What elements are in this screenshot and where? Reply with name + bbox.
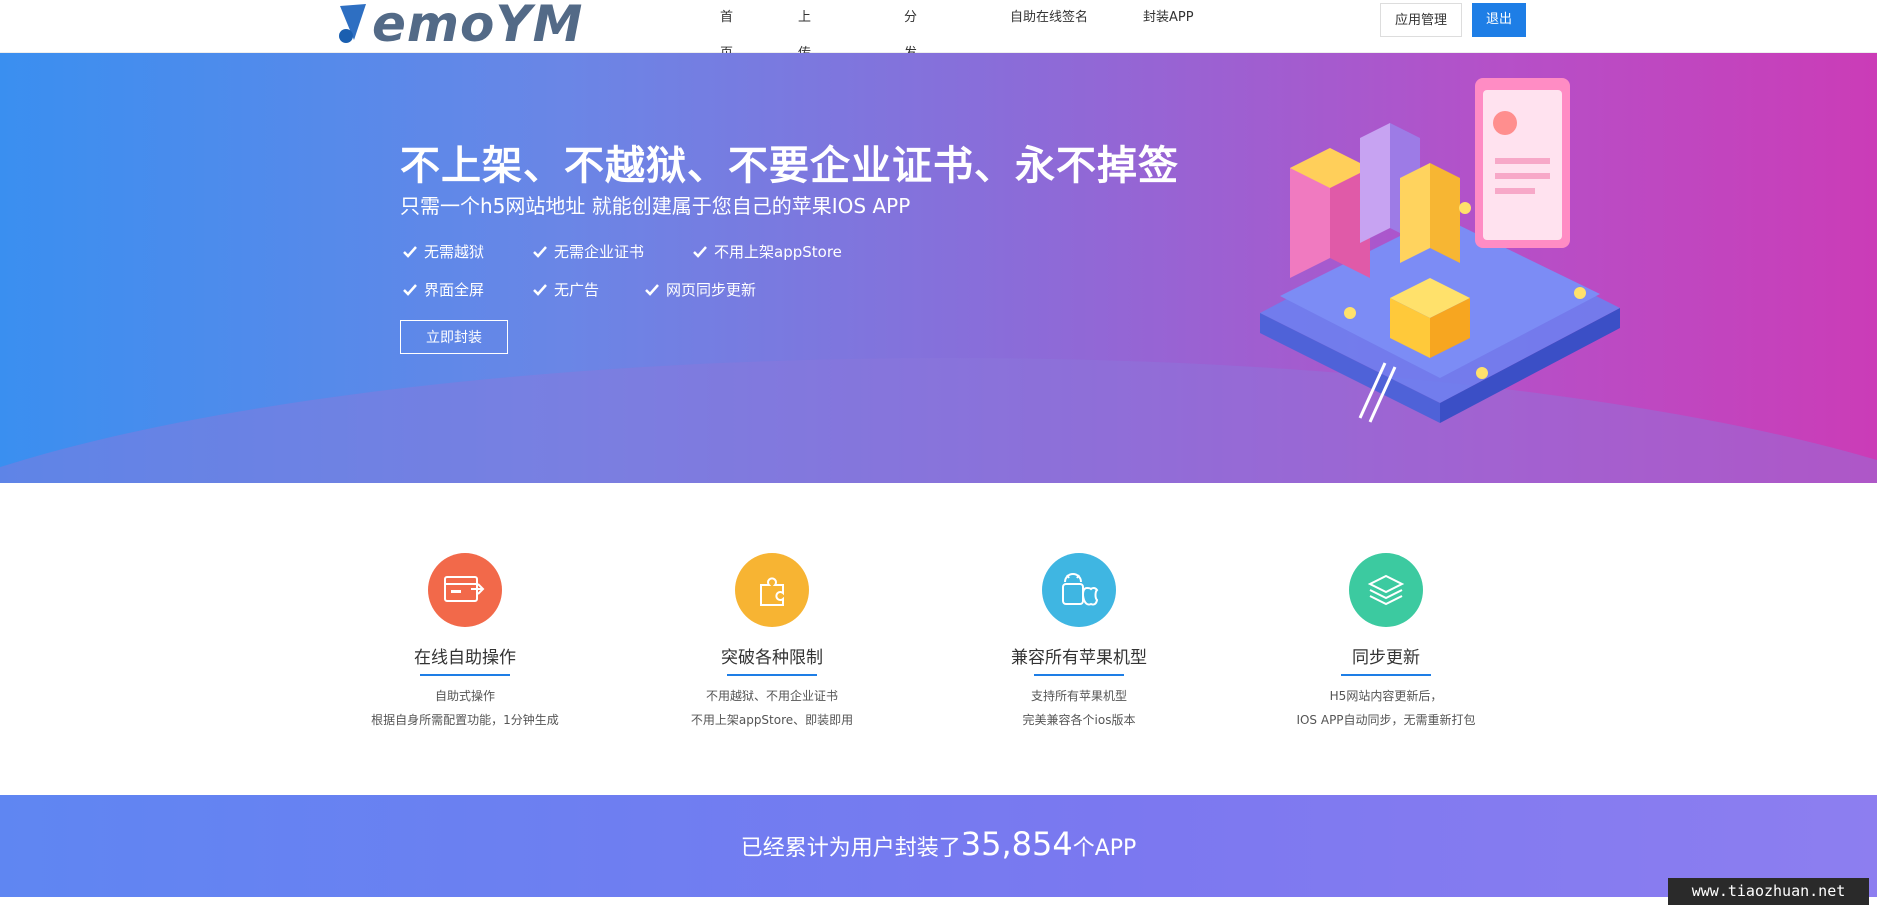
hero-feature-row-2: 界面全屏 无广告 网页同步更新 xyxy=(402,279,756,300)
hero-feature-item: 无广告 xyxy=(532,279,644,300)
site-watermark: www.tiaozhuan.net xyxy=(1668,878,1869,905)
feature-underline xyxy=(1341,674,1431,676)
hero-subtitle: 只需一个h5网站地址 就能创建属于您自己的苹果IOS APP xyxy=(400,194,911,218)
package-now-button[interactable]: 立即封装 xyxy=(400,320,508,354)
android-apple-icon xyxy=(1042,553,1116,627)
stats-suffix: 个APP xyxy=(1072,836,1137,861)
puzzle-icon xyxy=(735,553,809,627)
feature-underline xyxy=(1034,674,1124,676)
stats-text: 已经累计为用户封装了35,854个APP xyxy=(0,825,1877,863)
feature-desc-line: 完美兼容各个ios版本 xyxy=(1022,713,1136,727)
stats-prefix: 已经累计为用户封装了 xyxy=(740,836,961,861)
isometric-city-illustration xyxy=(1260,78,1620,423)
hero-feature-item: 网页同步更新 xyxy=(644,279,756,300)
site-logo[interactable]: emoYM xyxy=(336,0,584,53)
feature-desc-line: IOS APP自动同步，无需重新打包 xyxy=(1296,713,1476,727)
feature-card-no-limits: 突破各种限制 不用越狱、不用企业证书 不用上架appStore、即装即用 xyxy=(657,553,887,732)
check-icon xyxy=(403,283,417,296)
card-arrow-icon xyxy=(428,553,502,627)
app-manage-button[interactable]: 应用管理 xyxy=(1380,3,1462,37)
feature-underline xyxy=(420,674,510,676)
nav-online-sign[interactable]: 自助在线签名 xyxy=(1010,0,1110,36)
nav-package-app[interactable]: 封装APP xyxy=(1143,0,1223,36)
hero-feature-row-1: 无需越狱 无需企业证书 不用上架appStore xyxy=(402,241,842,262)
feature-title: 在线自助操作 xyxy=(414,648,516,668)
top-header: emoYM 首页 上传分发 分发价格 自助在线签名 封装APP 应用管理 退出 xyxy=(0,0,1877,133)
features-section: 在线自助操作 自助式操作 根据自身所需配置功能，1分钟生成 突破各种限制 不用越… xyxy=(0,483,1877,795)
feature-desc-line: 不用上架appStore、即装即用 xyxy=(690,713,854,727)
check-icon xyxy=(403,245,417,258)
feature-desc-line: 支持所有苹果机型 xyxy=(1030,689,1127,703)
feature-underline xyxy=(727,674,817,676)
logo-mark-icon xyxy=(339,4,366,43)
hero-feature-item: 不用上架appStore xyxy=(692,241,842,262)
feature-title: 兼容所有苹果机型 xyxy=(1011,648,1147,668)
logout-button[interactable]: 退出 xyxy=(1472,3,1526,37)
hero-feature-item: 无需越狱 xyxy=(402,241,532,262)
hero-banner: 不上架、不越狱、不要企业证书、永不掉签 只需一个h5网站地址 就能创建属于您自己… xyxy=(0,53,1877,483)
hero-feature-item: 界面全屏 xyxy=(402,279,532,300)
feature-desc-line: 不用越狱、不用企业证书 xyxy=(705,689,838,703)
check-icon xyxy=(533,283,547,296)
logo-text: emoYM xyxy=(372,0,584,53)
hero-title: 不上架、不越狱、不要企业证书、永不掉签 xyxy=(400,143,1179,189)
check-icon xyxy=(533,245,547,258)
feature-card-self-service: 在线自助操作 自助式操作 根据自身所需配置功能，1分钟生成 xyxy=(350,553,580,732)
feature-card-sync: 同步更新 H5网站内容更新后， IOS APP自动同步，无需重新打包 xyxy=(1271,553,1501,732)
feature-card-compat: 兼容所有苹果机型 支持所有苹果机型 完美兼容各个ios版本 xyxy=(964,553,1194,732)
feature-desc-line: H5网站内容更新后， xyxy=(1329,689,1443,703)
hero-feature-item: 无需企业证书 xyxy=(532,241,692,262)
feature-title: 同步更新 xyxy=(1352,648,1420,668)
layers-icon xyxy=(1349,553,1423,627)
stats-banner: 已经累计为用户封装了35,854个APP xyxy=(0,795,1877,897)
feature-desc-line: 自助式操作 xyxy=(434,689,495,703)
stats-count: 35,854 xyxy=(960,825,1073,863)
check-icon xyxy=(693,245,707,258)
feature-title: 突破各种限制 xyxy=(721,648,823,668)
check-icon xyxy=(645,283,659,296)
feature-desc-line: 根据自身所需配置功能，1分钟生成 xyxy=(371,713,559,727)
